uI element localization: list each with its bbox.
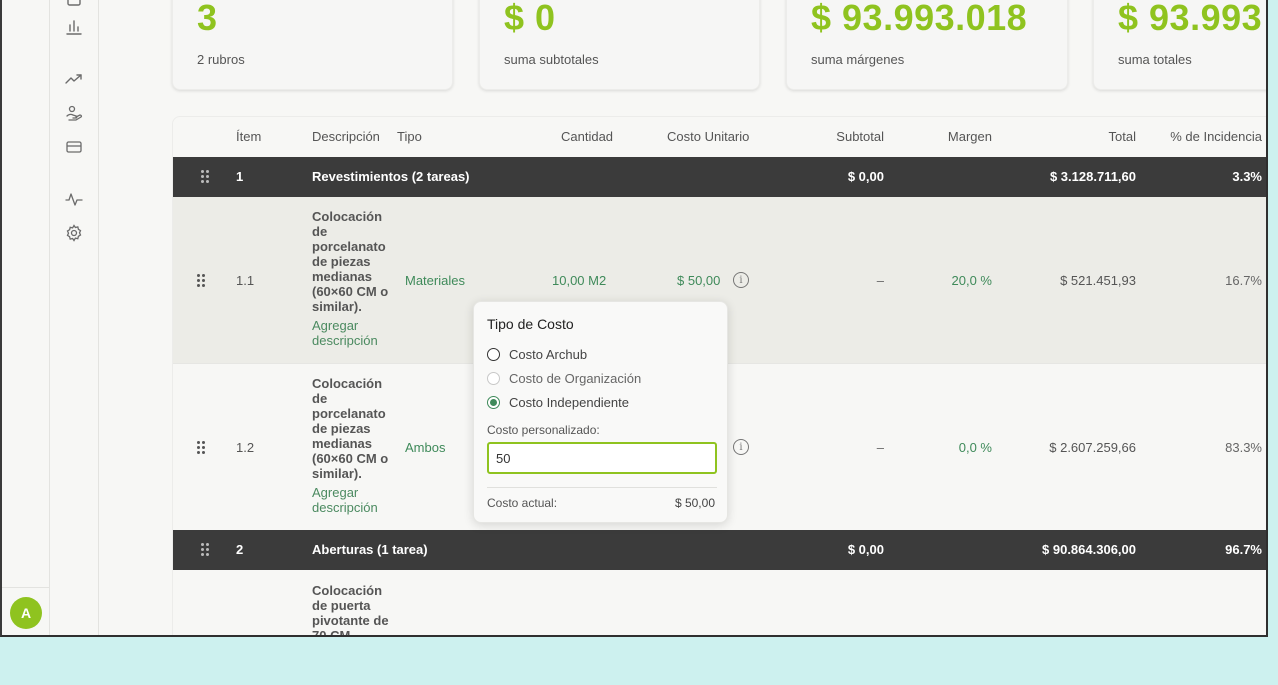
task-subtotal: – — [876, 440, 884, 455]
task-incidencia: 83.3% — [1225, 440, 1262, 455]
info-icon[interactable]: i — [733, 272, 749, 288]
radio-label: Costo de Organización — [509, 371, 642, 386]
task-description: Colocación de puerta pivotante de 70 CM — [312, 583, 392, 637]
group-total: $ 90.864.306,00 — [1042, 542, 1136, 557]
group-row[interactable]: 2 Aberturas (1 tarea) $ 0,00 $ 90.864.30… — [173, 530, 1266, 570]
stat-value: $ 93.993.018 — [811, 0, 1028, 38]
task-subtotal: – — [876, 273, 884, 288]
current-cost-label: Costo actual: — [487, 496, 558, 510]
group-name: Revestimientos (2 tareas) — [312, 169, 470, 184]
task-costo-unitario[interactable]: $ 50,00 — [677, 273, 720, 288]
radio-costo-independiente[interactable]: Costo Independiente — [487, 395, 629, 410]
radio-label: Costo Independiente — [509, 395, 629, 410]
group-total: $ 3.128.711,60 — [1049, 169, 1136, 184]
th-costo-unitario[interactable]: Costo Unitario — [667, 129, 749, 144]
trending-up-icon[interactable] — [65, 70, 83, 88]
current-cost-value: $ 50,00 — [674, 496, 715, 510]
stat-card-rubros: 3 2 rubros — [172, 0, 453, 90]
group-item: 1 — [236, 169, 244, 184]
radio-costo-archub[interactable]: Costo Archub — [487, 347, 587, 362]
stat-card-totales: $ 93.993 suma totales — [1093, 0, 1266, 90]
settings-icon[interactable] — [65, 224, 83, 242]
cost-type-popover: Tipo de Costo Costo Archub Costo de Orga… — [473, 301, 728, 523]
stat-label: 2 rubros — [197, 52, 245, 67]
radio-circle — [487, 372, 500, 385]
drag-handle-icon[interactable] — [201, 543, 211, 557]
add-description-link[interactable]: Agregar descripción — [312, 485, 392, 515]
task-incidencia: 16.7% — [1225, 273, 1262, 288]
task-total: $ 521.451,93 — [1060, 273, 1136, 288]
activity-icon[interactable] — [65, 190, 83, 208]
popover-title: Tipo de Costo — [487, 316, 574, 332]
task-tipo[interactable]: Materiales — [405, 273, 465, 288]
th-tipo[interactable]: Tipo — [397, 129, 422, 144]
th-margen[interactable]: Margen — [948, 129, 992, 144]
group-incidencia: 96.7% — [1225, 542, 1262, 557]
app-rail: A — [2, 0, 50, 635]
table-row[interactable]: Colocación de puerta pivotante de 70 CM — [173, 570, 1266, 637]
group-row[interactable]: 1 Revestimientos (2 tareas) $ 0,00 $ 3.1… — [173, 157, 1266, 197]
task-margen[interactable]: 0,0 % — [959, 440, 992, 455]
radio-label: Costo Archub — [509, 347, 588, 362]
info-icon[interactable]: i — [733, 439, 749, 455]
table-header: Ítem Descripción Tipo Cantidad Costo Uni… — [173, 117, 1266, 157]
task-total: $ 2.607.259,66 — [1049, 440, 1136, 455]
th-cantidad[interactable]: Cantidad — [561, 129, 613, 144]
stat-value: 3 — [197, 0, 218, 38]
hand-coins-icon[interactable] — [65, 104, 83, 122]
th-subtotal[interactable]: Subtotal — [836, 129, 884, 144]
drag-handle-icon[interactable] — [201, 170, 211, 184]
custom-cost-label: Costo personalizado: — [487, 423, 600, 437]
th-total[interactable]: Total — [1109, 129, 1136, 144]
stat-label: suma subtotales — [504, 52, 599, 67]
stat-card-subtotales: $ 0 suma subtotales — [479, 0, 760, 90]
stat-label: suma totales — [1118, 52, 1192, 67]
drag-handle-icon[interactable] — [197, 274, 207, 288]
task-item: 1.2 — [236, 440, 255, 455]
task-description-text: Colocación de porcelanato de piezas medi… — [312, 209, 389, 314]
task-tipo[interactable]: Ambos — [405, 440, 445, 455]
task-cantidad[interactable]: 10,00 M2 — [552, 273, 606, 288]
custom-cost-input[interactable] — [487, 442, 717, 474]
drag-handle-icon[interactable] — [197, 441, 207, 455]
group-incidencia: 3.3% — [1232, 169, 1262, 184]
stat-card-margenes: $ 93.993.018 suma márgenes — [786, 0, 1068, 90]
task-description: Colocación de porcelanato de piezas medi… — [312, 376, 392, 515]
task-description-text: Colocación de porcelanato de piezas medi… — [312, 376, 389, 481]
rail-divider — [2, 587, 50, 588]
stat-value: $ 93.993 — [1118, 0, 1263, 38]
th-descripcion[interactable]: Descripción — [312, 129, 380, 144]
radio-circle[interactable] — [487, 348, 500, 361]
popover-divider — [487, 487, 717, 488]
add-description-link[interactable]: Agregar descripción — [312, 318, 392, 348]
bar-chart-icon[interactable] — [65, 18, 83, 36]
th-item[interactable]: Ítem — [236, 129, 261, 144]
task-description: Colocación de porcelanato de piezas medi… — [312, 209, 392, 348]
group-subtotal: $ 0,00 — [847, 169, 884, 184]
dashboard-icon[interactable] — [65, 0, 83, 10]
stat-value: $ 0 — [504, 0, 556, 38]
group-subtotal: $ 0,00 — [847, 542, 884, 557]
task-margen[interactable]: 20,0 % — [952, 273, 992, 288]
stat-label: suma márgenes — [811, 52, 905, 67]
credit-card-icon[interactable] — [65, 138, 83, 156]
radio-circle[interactable] — [487, 396, 500, 409]
group-name: Aberturas (1 tarea) — [312, 542, 428, 557]
group-item: 2 — [236, 542, 244, 557]
task-description-text: Colocación de puerta pivotante de 70 CM — [312, 583, 389, 637]
sidebar — [50, 0, 99, 635]
th-incidencia[interactable]: % de Incidencia — [1170, 129, 1262, 144]
task-item: 1.1 — [236, 273, 255, 288]
avatar[interactable]: A — [10, 597, 42, 629]
app-window: A 3 2 rubros $ 0 suma subtotales $ 93.99… — [0, 0, 1268, 637]
radio-costo-organizacion: Costo de Organización — [487, 371, 641, 386]
